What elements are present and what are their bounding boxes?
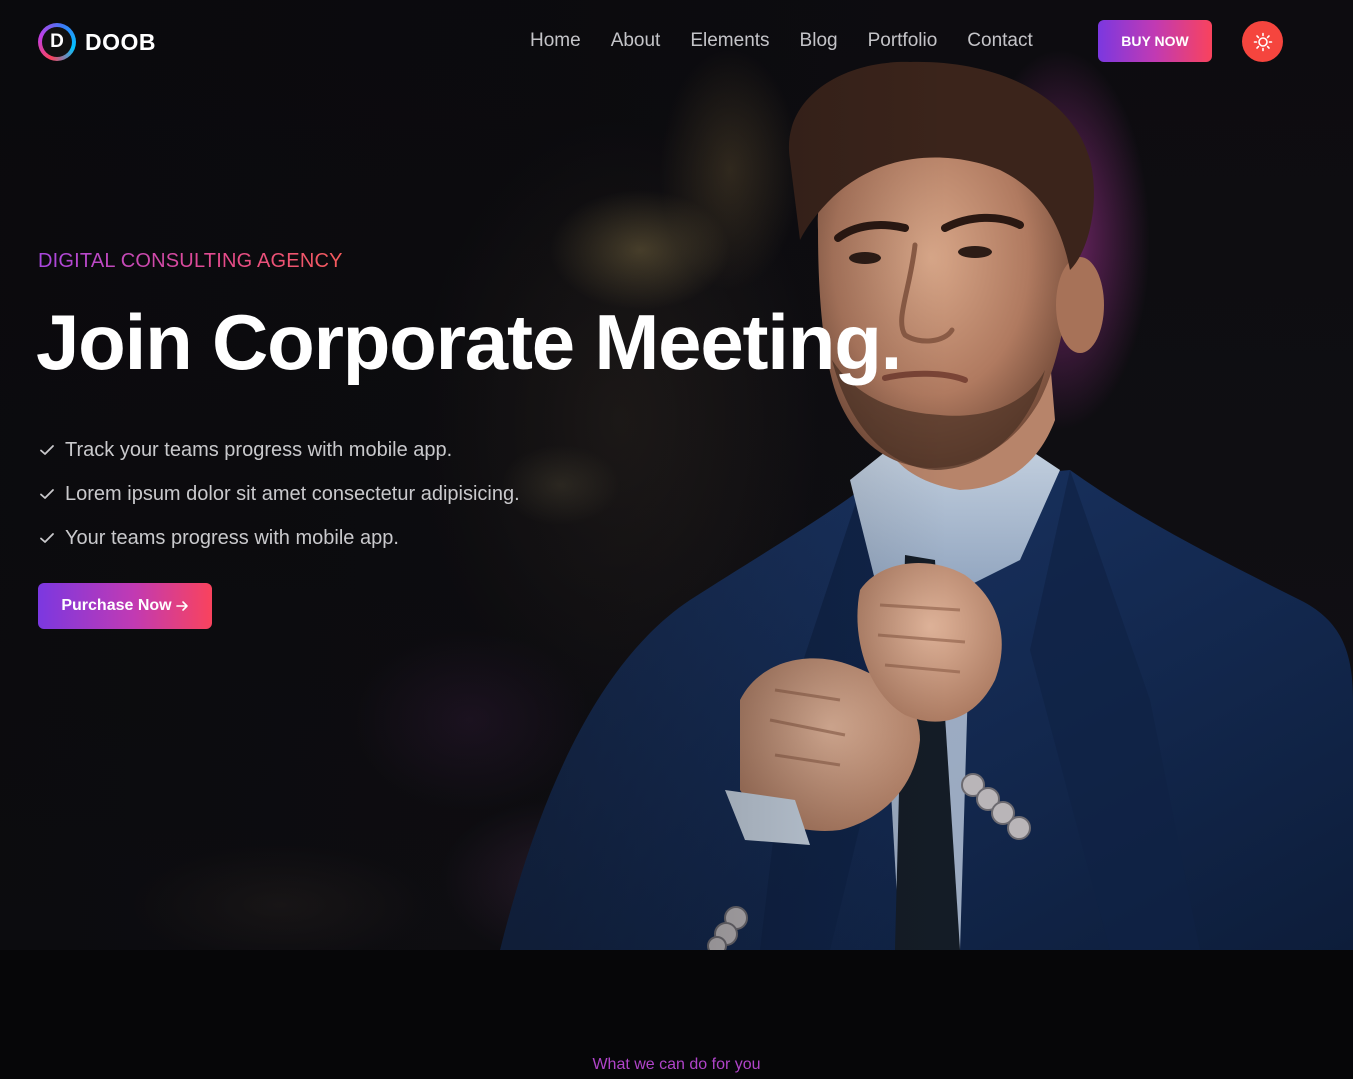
brand-logo[interactable]: D DOOB	[38, 19, 156, 65]
feature-text: Track your teams progress with mobile ap…	[65, 438, 453, 461]
feature-text: Your teams progress with mobile app.	[65, 526, 399, 549]
page: DIGITAL CONSULTING AGENCY Join Corporate…	[0, 0, 1353, 1079]
feature-item: Your teams progress with mobile app.	[38, 516, 520, 560]
nav-item-blog[interactable]: Blog	[800, 26, 838, 56]
check-icon	[38, 529, 56, 547]
arrow-right-icon	[175, 599, 189, 613]
main-nav: Home About Elements Blog Portfolio Conta…	[515, 26, 1048, 56]
hero-title: Join Corporate Meeting.	[36, 298, 902, 386]
check-icon	[38, 485, 56, 503]
feature-item: Track your teams progress with mobile ap…	[38, 428, 520, 472]
purchase-now-label: Purchase Now	[61, 597, 172, 614]
services-subtitle: What we can do for you	[592, 1056, 761, 1073]
sun-icon	[1253, 32, 1273, 52]
buy-now-button[interactable]: BUY NOW	[1098, 20, 1212, 62]
nav-item-elements[interactable]: Elements	[690, 26, 769, 56]
hero-section: DIGITAL CONSULTING AGENCY Join Corporate…	[0, 0, 1353, 950]
hero-subtitle: DIGITAL CONSULTING AGENCY	[38, 250, 343, 272]
services-section: What we can do for you	[0, 950, 1353, 1079]
logo-letter: D	[42, 27, 72, 57]
feature-text: Lorem ipsum dolor sit amet consectetur a…	[65, 482, 520, 505]
feature-item: Lorem ipsum dolor sit amet consectetur a…	[38, 472, 520, 516]
brand-name: DOOB	[85, 28, 156, 55]
feature-list: Track your teams progress with mobile ap…	[38, 428, 520, 560]
site-header: D DOOB Home About Elements Blog Portfoli…	[0, 0, 1353, 82]
theme-toggle-button[interactable]	[1242, 21, 1283, 62]
nav-item-home[interactable]: Home	[530, 26, 581, 56]
nav-item-portfolio[interactable]: Portfolio	[868, 26, 938, 56]
nav-item-about[interactable]: About	[611, 26, 661, 56]
purchase-now-button[interactable]: Purchase Now	[38, 583, 212, 629]
logo-icon: D	[38, 23, 76, 61]
nav-item-contact[interactable]: Contact	[967, 26, 1032, 56]
check-icon	[38, 441, 56, 459]
